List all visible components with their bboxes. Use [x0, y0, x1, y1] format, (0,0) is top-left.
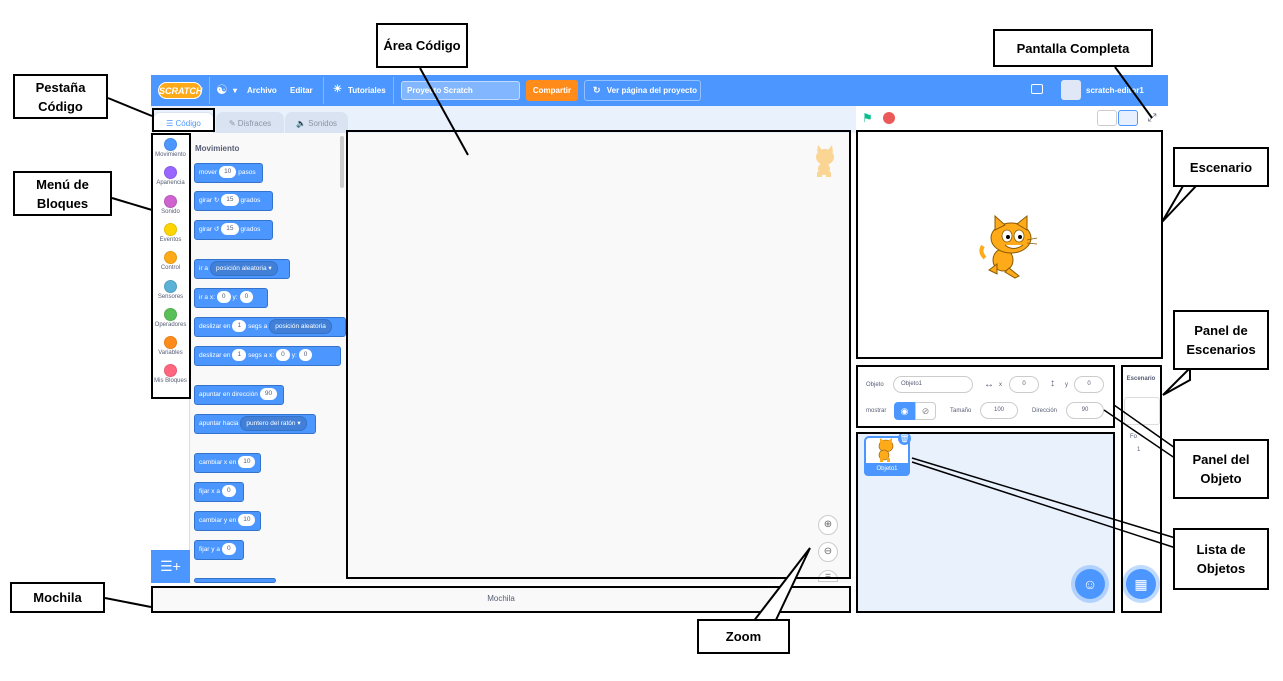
label-stage: Escenario [1173, 147, 1269, 187]
label-code-tab: Pestaña Código [13, 74, 108, 119]
label-fullscreen: Pantalla Completa [993, 29, 1153, 67]
label-sprite-list: Lista de Objetos [1173, 528, 1269, 590]
label-backpack: Mochila [10, 582, 105, 613]
label-zoom: Zoom [697, 619, 790, 654]
label-sprite-panel: Panel del Objeto [1173, 439, 1269, 499]
label-blocks-menu: Menú de Bloques [13, 171, 112, 216]
label-stage-panel: Panel de Escenarios [1173, 310, 1269, 370]
annotation-arrows [104, 66, 1199, 623]
label-code-area: Área Código [376, 23, 468, 68]
